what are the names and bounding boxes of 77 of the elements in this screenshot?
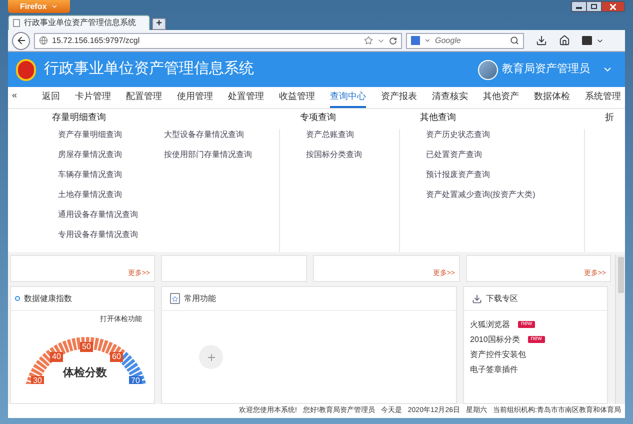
system-title: 行政事业单位资产管理信息系统 (44, 59, 254, 80)
menu-link[interactable]: 已处置资产查询 (426, 149, 536, 160)
plus-icon (206, 352, 216, 362)
maximize-button[interactable] (587, 1, 601, 12)
gauge-label: 40 (50, 352, 63, 362)
menu-link[interactable]: 车辆存量情况查询 (58, 169, 138, 180)
page-icon (13, 19, 20, 27)
menu-link[interactable]: 土地存量情况查询 (58, 189, 138, 200)
new-tab-button[interactable]: + (152, 18, 166, 30)
nav-tab[interactable]: 卡片管理 (75, 90, 111, 108)
menu-link[interactable]: 资产存量明细查询 (58, 129, 138, 140)
tab-title: 行政事业单位资产管理信息系统 (24, 17, 136, 29)
score-label: 体检分数 (63, 368, 107, 378)
nav-tab[interactable]: 返回 (42, 90, 60, 108)
reload-icon (389, 36, 397, 44)
close-button[interactable] (601, 1, 625, 12)
download-icon[interactable] (536, 35, 547, 46)
nav-tab[interactable]: 资产报表 (381, 90, 417, 108)
emblem-icon (16, 58, 36, 80)
menu-group-title: 折 (605, 111, 614, 124)
panel-title: 下载专区 (486, 292, 518, 304)
search-icon (510, 36, 519, 45)
collapse-toggle[interactable]: « (12, 88, 36, 102)
menu-link[interactable]: 预计报废资产查询 (426, 169, 536, 180)
globe-icon (39, 36, 48, 45)
gauge-label: 30 (31, 376, 44, 384)
nav-tab[interactable]: 系统管理 (585, 90, 621, 108)
nav-tab[interactable]: 使用管理 (177, 90, 213, 108)
back-button[interactable] (12, 32, 30, 50)
minimize-icon (576, 7, 582, 9)
menu-group-title: 存量明细查询 (52, 111, 107, 124)
dropdown-icon (424, 37, 431, 44)
menu-link[interactable]: 按使用部门存量情况查询 (164, 149, 252, 160)
nav-tab[interactable]: 其他资产 (483, 90, 519, 108)
nav-tab[interactable]: 收益管理 (279, 90, 315, 108)
nav-tab[interactable]: 清查核实 (432, 90, 468, 108)
bullet-icon (15, 296, 20, 301)
menu-link[interactable]: 资产历史状态查询 (426, 129, 536, 140)
dropdown-icon (50, 3, 58, 10)
download-link[interactable]: 资产控件安装包 (470, 349, 526, 360)
browser-tab[interactable]: 行政事业单位资产管理信息系统 (8, 15, 150, 30)
menu-link[interactable]: 按国标分类查询 (306, 149, 362, 160)
search-field[interactable]: Google (406, 32, 524, 48)
address-text: 15.72.156.165:9797/zcgl (52, 34, 141, 46)
minimize-button[interactable] (571, 1, 587, 12)
gauge-label: 60 (110, 352, 123, 362)
download-link[interactable]: 电子签章插件 (470, 364, 518, 375)
menu-group-title: 其他查询 (420, 111, 457, 124)
download-link[interactable]: 火狐浏览器 (470, 319, 510, 330)
download-icon (472, 294, 482, 304)
panel-title: 常用功能 (184, 292, 216, 304)
home-icon[interactable] (559, 35, 570, 46)
gauge-label: 50 (80, 342, 93, 352)
menu-group-title: 专项查询 (300, 111, 337, 124)
close-icon (610, 4, 616, 10)
back-arrow-icon (16, 35, 26, 46)
menu-link[interactable]: 房屋存量情况查询 (58, 149, 138, 160)
nav-tab[interactable]: 配置管理 (126, 90, 162, 108)
menu-link[interactable]: 资产处置减少查询(按资产大类) (426, 189, 536, 200)
menu-link[interactable]: 资产总账查询 (306, 129, 362, 140)
menu-link[interactable]: 通用设备存量情况查询 (58, 209, 138, 220)
address-field[interactable]: 15.72.156.165:9797/zcgl (34, 32, 402, 48)
add-button[interactable] (199, 345, 223, 369)
panel-title: 数据健康指数 (24, 292, 72, 304)
nav-tab[interactable]: 处置管理 (228, 90, 264, 108)
scrollbar[interactable] (615, 255, 625, 404)
search-placeholder: Google (435, 34, 462, 46)
maximize-icon (591, 4, 597, 9)
user-avatar (478, 60, 498, 80)
star-icon (170, 293, 180, 304)
scroll-thumb[interactable] (618, 257, 624, 293)
download-link[interactable]: 2010国标分类 (470, 334, 520, 345)
menu-link[interactable]: 大型设备存量情况查询 (164, 129, 252, 140)
gauge-label: 70 (129, 376, 142, 384)
star-icon (364, 36, 373, 45)
nav-tab[interactable]: 数据体检 (534, 90, 570, 108)
menu-link[interactable]: 专用设备存量情况查询 (58, 229, 138, 240)
